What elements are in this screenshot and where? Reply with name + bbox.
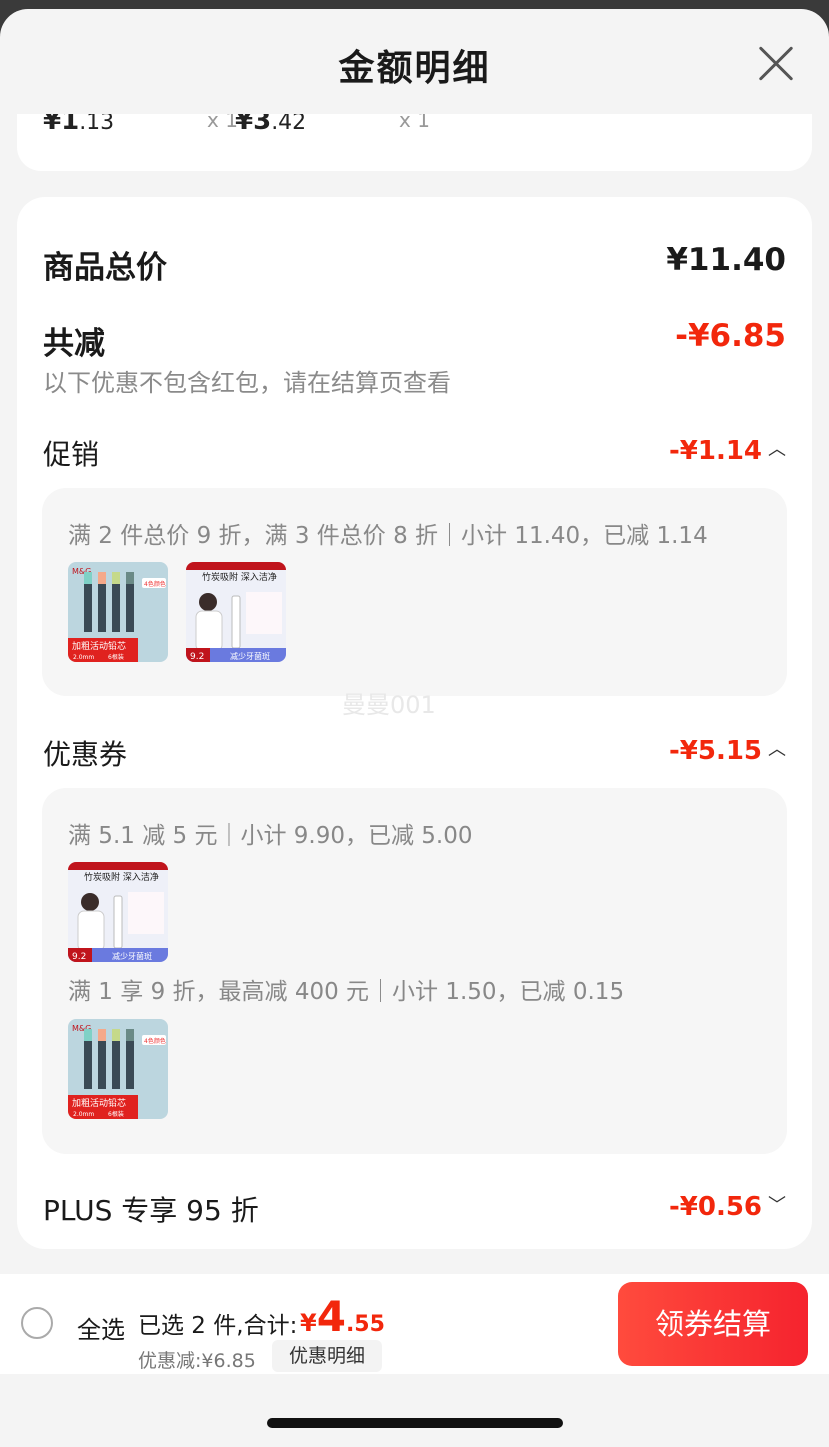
discount-detail-button[interactable]: 优惠明细 [272,1340,382,1372]
chevron-up-icon[interactable]: ︿ [768,435,786,461]
watermark: 曼曼001 [342,691,436,719]
coupon-rule-2: 满 1 享 9 折，最高减 400 元｜小计 1.50，已减 0.15 [68,979,625,1005]
select-all-radio[interactable] [21,1307,53,1339]
thumb-toothpaste-price: 9.2 [72,952,86,962]
thumb-pencil-title: 加粗活动铅芯 [72,1097,126,1109]
plus-discount-label: PLUS 专享 95 折 [43,1194,259,1227]
sheet-title: 金额明细 [338,48,491,89]
thumb-toothpaste-tag: 减少牙菌斑 [112,951,152,961]
sheet-header: 金额明细 [0,9,829,114]
total-reduce-value: -¥6.85 [675,318,786,354]
plus-discount-value: -¥0.56 [668,1192,762,1222]
checkout-button[interactable]: 领券结算 [618,1282,808,1366]
thumb-pencil-size: 2.0mm [73,654,94,661]
product-thumb-pencil-lead[interactable]: M&G 4色颜色 加粗活动铅芯 2.0mm 6根装 [68,1019,168,1119]
coupon-box: 满 5.1 减 5 元｜小计 9.90，已减 5.00 竹炭吸附 深入洁净 9.… [42,788,787,1154]
thumb-toothpaste-tag: 减少牙菌斑 [230,651,270,661]
product-thumb-toothpaste[interactable]: 竹炭吸附 深入洁净 9.2 减少牙菌斑 [68,862,168,962]
total-reduce-row: 共减 -¥6.85 [43,318,786,363]
item-qty-1: x 1 [207,114,238,132]
thumb-tag-text: 4色颜色 [144,580,166,588]
total-price-value: ¥11.40 [666,242,786,278]
item-price-1: ¥1.13 [43,114,115,136]
item-qty-2: x 1 [399,114,430,132]
plus-value-wrap: -¥0.56 ﹀ [669,1191,786,1222]
items-card: ¥1.13 x 1 ¥3.42 x 1 [17,114,812,171]
coupon-label: 优惠券 [43,738,128,771]
promotion-row[interactable]: 促销 -¥1.14 ︿ [43,433,786,473]
amount-detail-sheet: 金额明细 ¥1.13 x 1 ¥3.42 x 1 商品总价 ¥11.40 共减 … [0,9,829,1447]
close-icon[interactable] [755,43,797,85]
product-thumb-pencil-lead[interactable]: M&G 4色颜色 加粗活动铅芯 2.0mm 6根装 [68,562,168,662]
discount-note: 以下优惠不包含红包，请在结算页查看 [43,369,451,397]
total-price-label: 商品总价 [43,250,167,286]
chevron-down-icon[interactable]: ﹀ [768,1191,786,1217]
product-thumb-toothpaste[interactable]: 竹炭吸附 深入洁净 9.2 减少牙菌斑 [186,562,286,662]
checkout-bar: 全选 已选 2 件,合计: ¥4.55 优惠减:¥6.85 优惠明细 领券结算 [0,1274,829,1374]
selected-count: 已选 2 件,合计: [138,1313,298,1339]
total-price-row: 商品总价 ¥11.40 [43,242,786,287]
total-amount: ¥4.55 [300,1292,385,1341]
item-price-2: ¥3.42 [235,114,307,136]
select-all-label[interactable]: 全选 [77,1310,125,1345]
plus-discount-row[interactable]: PLUS 专享 95 折 -¥0.56 ﹀ [43,1189,786,1229]
promotion-rule: 满 2 件总价 9 折，满 3 件总价 8 折｜小计 11.40，已减 1.14 [68,523,708,549]
promotion-value-wrap: -¥1.14 ︿ [669,435,786,466]
promotion-label: 促销 [43,438,100,471]
thumb-pencil-title: 加粗活动铅芯 [72,640,126,652]
coupon-value: -¥5.15 [668,736,762,766]
thumb-toothpaste-title: 竹炭吸附 深入洁净 [84,871,159,883]
thumb-pencil-count: 6根装 [108,1110,124,1118]
coupon-value-wrap: -¥5.15 ︿ [669,735,786,766]
total-reduce-label: 共减 [43,326,105,362]
thumb-pencil-size: 2.0mm [73,1111,94,1118]
coupon-rule-1: 满 5.1 减 5 元｜小计 9.90，已减 5.00 [68,823,473,849]
chevron-up-icon[interactable]: ︿ [768,735,786,761]
thumb-toothpaste-title: 竹炭吸附 深入洁净 [202,571,277,583]
thumb-pencil-count: 6根装 [108,653,124,661]
price-detail-card: 商品总价 ¥11.40 共减 -¥6.85 以下优惠不包含红包，请在结算页查看 … [17,197,812,1249]
home-indicator [267,1418,563,1428]
thumb-tag-text: 4色颜色 [144,1037,166,1045]
promotion-box: 满 2 件总价 9 折，满 3 件总价 8 折｜小计 11.40，已减 1.14… [42,488,787,696]
discount-amount: 优惠减:¥6.85 [138,1350,256,1372]
coupon-row[interactable]: 优惠券 -¥5.15 ︿ [43,733,786,773]
promotion-value: -¥1.14 [668,436,762,466]
thumb-toothpaste-price: 9.2 [190,652,204,662]
